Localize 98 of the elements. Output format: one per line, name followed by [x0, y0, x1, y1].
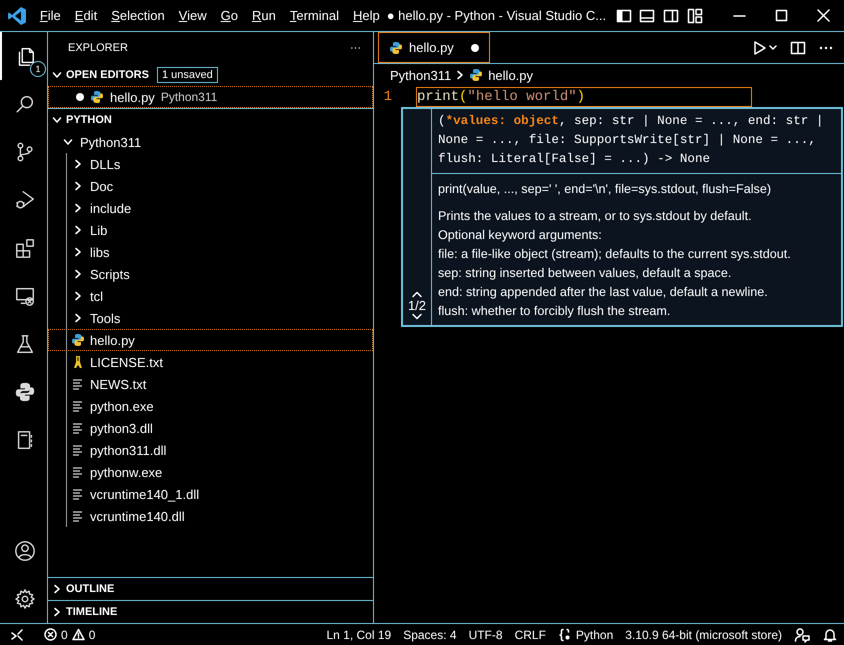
doc-text: Optional keyword arguments: — [438, 227, 603, 244]
status-item[interactable]: Python — [558, 628, 614, 642]
key-icon — [72, 355, 84, 369]
notification-badge: 1 — [30, 61, 46, 77]
menu-item[interactable]: Edit — [68, 8, 104, 23]
text-file-icon — [72, 466, 84, 478]
section-header[interactable]: PYTHON — [48, 109, 373, 131]
python-file-icon — [71, 333, 85, 347]
tree-item[interactable]: tcl — [48, 285, 373, 307]
tree-item[interactable]: Scripts — [48, 263, 373, 285]
overload-counter: 1/2 — [408, 298, 426, 313]
tree-item[interactable]: Lib — [48, 219, 373, 241]
status-item[interactable]: UTF-8 — [468, 628, 503, 642]
doc-text: file: a file-like object (stream); defaults to the current sys.stdout. — [438, 246, 792, 263]
menu-item[interactable]: Terminal — [282, 8, 346, 23]
window-title: ● hello.py - Python - Visual Studio C... — [386, 8, 608, 23]
tree-item[interactable]: libs — [48, 241, 373, 263]
chevron-right-icon — [52, 584, 62, 594]
unsaved-dot-icon[interactable] — [471, 44, 479, 52]
tree-item[interactable]: DLLs — [48, 153, 373, 175]
text-file-icon — [72, 378, 84, 390]
menu-item[interactable]: View — [172, 8, 214, 23]
function-signature: (*values: object, sep: str | None = ..., end: str | None = ..., file: SupportsWrite[str] | None = ..., flush: Literal[False] = ...) -> None — [432, 109, 841, 174]
close-icon[interactable] — [816, 8, 831, 23]
tree-item[interactable]: include — [48, 197, 373, 219]
chevron-down-icon — [52, 70, 62, 80]
text-file-icon — [72, 400, 84, 412]
text-file-icon — [72, 422, 84, 434]
editor-tab[interactable]: hello.py — [378, 32, 490, 63]
vscode-logo-icon — [7, 6, 28, 26]
more-actions-button[interactable]: ··· — [350, 42, 361, 54]
section-header[interactable]: OPEN EDITORS 1 unsaved — [48, 64, 373, 86]
status-item[interactable]: Ln 1, Col 19 — [326, 628, 392, 642]
chevron-down-icon — [411, 313, 423, 321]
status-item[interactable]: 3.10.9 64-bit (microsoft store) — [625, 628, 782, 642]
run-icon[interactable] — [752, 40, 778, 56]
problems-status[interactable]: 0 0 — [44, 628, 96, 642]
warning-icon — [72, 628, 85, 641]
error-icon — [44, 628, 57, 641]
line-number: 1 — [382, 89, 393, 105]
panel-layout-icon[interactable] — [639, 8, 656, 24]
tree-item[interactable]: Tools — [48, 307, 373, 329]
feedback-icon[interactable] — [794, 626, 810, 642]
menu-item[interactable]: Selection — [104, 8, 172, 23]
chevron-right-icon — [52, 607, 62, 617]
account-icon[interactable] — [14, 540, 36, 562]
tree-item[interactable]: python3.dll — [48, 417, 373, 439]
braces-icon — [558, 628, 572, 642]
doc-text: sep: string inserted between values, default a space. — [438, 265, 732, 282]
remote-explorer-icon[interactable] — [14, 285, 36, 307]
doc-text: end: string appended after the last value, default a newline. — [438, 284, 769, 301]
python-file-icon — [90, 90, 104, 104]
python-logo-icon[interactable] — [14, 381, 36, 403]
menu-item[interactable]: File — [32, 8, 68, 23]
section-header[interactable]: TIMELINE — [48, 601, 373, 623]
text-file-icon — [72, 444, 84, 456]
settings-icon[interactable] — [14, 588, 36, 610]
open-editor-item[interactable]: hello.py Python311 — [48, 86, 373, 108]
breadcrumb-item[interactable]: hello.py — [469, 68, 534, 82]
tree-item[interactable]: LICENSE.txt — [48, 351, 373, 373]
section-header[interactable]: OUTLINE — [48, 578, 373, 600]
bell-icon[interactable] — [822, 626, 838, 642]
sidebar-title: EXPLORER — [68, 42, 129, 54]
tree-item[interactable]: Python311 — [48, 131, 373, 153]
doc-text: Prints the values to a stream, or to sys.stdout by default. — [438, 208, 753, 225]
split-editor-icon[interactable] — [790, 40, 806, 56]
search-icon[interactable] — [14, 93, 36, 115]
unsaved-badge: 1 unsaved — [156, 67, 218, 83]
tree-item[interactable]: vcruntime140.dll — [48, 505, 373, 527]
tree-item[interactable]: pythonw.exe — [48, 461, 373, 483]
tree-item[interactable]: hello.py — [48, 329, 373, 351]
python-file-icon — [389, 40, 403, 54]
menu-item[interactable]: Help — [346, 8, 387, 23]
menu-item[interactable]: Go — [214, 8, 245, 23]
remote-icon — [10, 628, 24, 642]
chevron-down-icon — [52, 115, 62, 125]
tree-item[interactable]: python311.dll — [48, 439, 373, 461]
text-file-icon — [72, 488, 84, 500]
breadcrumb-item[interactable]: Python311 — [390, 68, 452, 82]
run-debug-icon[interactable] — [14, 189, 36, 211]
tree-item[interactable]: python.exe — [48, 395, 373, 417]
extensions-icon[interactable] — [14, 237, 36, 259]
tree-item[interactable]: vcruntime140_1.dll — [48, 483, 373, 505]
usage-text: print(value, ..., sep=' ', end='\n', file=sys.stdout, flush=False) — [438, 181, 772, 198]
chevron-up-icon — [411, 290, 423, 298]
chevron-right-icon — [455, 70, 466, 80]
menu-item[interactable]: Run — [244, 8, 283, 23]
secondary-sidebar-layout-icon[interactable] — [662, 8, 679, 24]
doc-text: flush: whether to forcibly flush the stream. — [438, 303, 672, 320]
tree-item[interactable]: Doc — [48, 175, 373, 197]
text-file-icon — [72, 510, 84, 522]
status-item[interactable]: Spaces: 4 — [403, 628, 457, 642]
status-item[interactable]: CRLF — [514, 628, 546, 642]
customize-layout-icon[interactable] — [686, 8, 703, 24]
sidebar-layout-icon[interactable] — [616, 8, 632, 24]
maximize-icon[interactable] — [774, 8, 789, 23]
tree-item[interactable]: NEWS.txt — [48, 373, 373, 395]
python-file-icon — [469, 68, 484, 82]
